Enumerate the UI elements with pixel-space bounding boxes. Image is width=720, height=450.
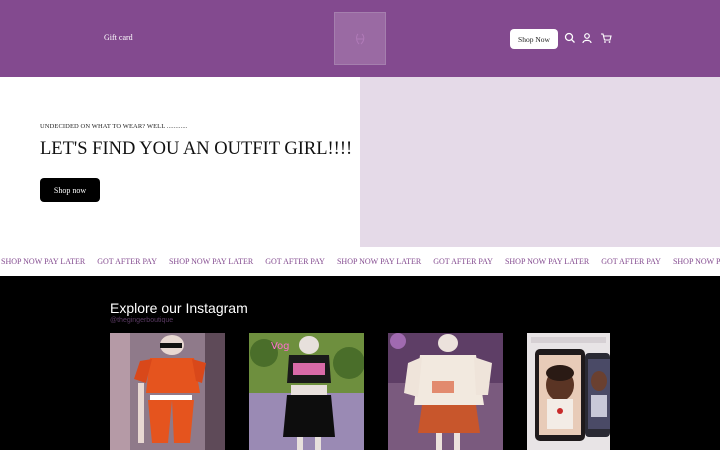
instagram-post[interactable] <box>110 333 225 450</box>
marquee-item: GOT AFTER PAY <box>97 257 157 266</box>
hero-text-panel <box>0 77 360 247</box>
post-image-phone-screenshot <box>527 333 610 450</box>
instagram-post[interactable] <box>388 333 503 450</box>
marquee-item: SHOP NOW PAY LATER <box>672 257 720 266</box>
marquee-item: GOT AFTER PAY <box>601 257 661 266</box>
search-icon[interactable] <box>564 32 576 44</box>
marquee-item: SHOP NOW PAY LATER <box>1 257 86 266</box>
brand-logo[interactable] <box>334 12 386 65</box>
post-image-orange-outfit <box>110 333 225 450</box>
marquee-item: GOT AFTER PAY <box>265 257 325 266</box>
hero-eyebrow: UNDECIDED ON WHAT TO WEAR? WELL ........… <box>40 123 188 130</box>
instagram-title: Explore our Instagram <box>110 300 248 316</box>
instagram-post[interactable] <box>527 333 610 450</box>
instagram-post[interactable]: Vog <box>249 333 364 450</box>
hero-headline: LET'S FIND YOU AN OUTFIT GIRL!!!! <box>40 139 353 159</box>
logo-mark-icon <box>356 33 365 45</box>
instagram-handle[interactable]: @thegingerboutique <box>110 317 173 324</box>
post-image-black-skirt: Vog <box>249 333 364 450</box>
gift-card-link[interactable]: Gift card <box>104 33 133 42</box>
post-image-cream-top <box>388 333 503 450</box>
cart-icon[interactable] <box>600 32 612 44</box>
hero-shop-now-button[interactable]: Shop now <box>40 178 100 202</box>
announcement-marquee: SHOP NOW PAY LATER GOT AFTER PAY SHOP NO… <box>0 247 720 276</box>
marquee-item: GOT AFTER PAY <box>433 257 493 266</box>
marquee-track: SHOP NOW PAY LATER GOT AFTER PAY SHOP NO… <box>1 257 720 266</box>
hero-image-placeholder <box>360 77 720 247</box>
header-shop-now-button[interactable]: Shop Now <box>510 29 558 49</box>
svg-text:Vog: Vog <box>271 341 290 352</box>
marquee-item: SHOP NOW PAY LATER <box>504 257 590 266</box>
marquee-item: SHOP NOW PAY LATER <box>336 257 422 266</box>
marquee-item: SHOP NOW PAY LATER <box>168 257 254 266</box>
account-icon[interactable] <box>581 32 593 44</box>
